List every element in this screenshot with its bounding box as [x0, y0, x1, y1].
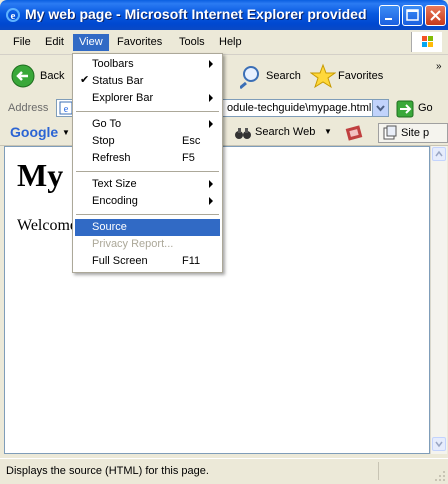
- svg-text:e: e: [11, 10, 16, 22]
- go-label: Go: [418, 102, 433, 114]
- view-menu-text-size[interactable]: Text Size: [75, 176, 220, 193]
- address-dropdown-button[interactable]: [372, 100, 388, 116]
- maximize-icon: [406, 9, 419, 21]
- back-arrow-icon: [11, 64, 35, 88]
- address-label: Address: [8, 102, 49, 114]
- windows-logo-icon: [411, 32, 442, 52]
- browser-window: e My web page - Microsoft Internet Explo…: [0, 0, 448, 484]
- maximize-button[interactable]: [402, 5, 423, 26]
- resize-grip-icon[interactable]: [434, 470, 446, 482]
- view-menu-refresh[interactable]: Refresh F5: [75, 150, 220, 167]
- vertical-scrollbar[interactable]: [430, 146, 447, 454]
- status-text: Displays the source (HTML) for this page…: [6, 465, 209, 477]
- site-button[interactable]: Site p: [378, 123, 448, 143]
- google-logo[interactable]: Google: [10, 124, 58, 140]
- address-value: odule-techguide\mypage.html: [227, 102, 372, 114]
- close-button[interactable]: [425, 5, 446, 26]
- view-menu-explorer-bar[interactable]: Explorer Bar: [75, 90, 220, 107]
- submenu-arrow-icon: [209, 94, 213, 102]
- menu-favorites[interactable]: Favorites: [111, 34, 168, 51]
- search-icon: [240, 66, 259, 89]
- menu-bar: File Edit View Favorites Tools Help: [0, 30, 448, 55]
- view-menu-dropdown: Toolbars ✔ Status Bar Explorer Bar Go To…: [72, 53, 223, 273]
- view-menu-encoding[interactable]: Encoding: [75, 193, 220, 210]
- ie-logo-icon: e: [6, 8, 20, 22]
- view-menu-stop[interactable]: Stop Esc: [75, 133, 220, 150]
- menu-tools[interactable]: Tools: [173, 34, 211, 51]
- submenu-arrow-icon: [209, 120, 213, 128]
- search-web-button[interactable]: Search Web ▼: [234, 124, 334, 142]
- menu-view[interactable]: View: [73, 34, 109, 51]
- address-bar: Address e odule-techguide\mypage.html Go: [0, 97, 448, 122]
- back-label: Back: [40, 70, 65, 82]
- search-label: Search: [266, 70, 301, 82]
- favorites-label: Favorites: [338, 70, 384, 82]
- back-button[interactable]: Back: [8, 63, 70, 89]
- chevron-down-icon: [376, 105, 385, 112]
- status-bar: Displays the source (HTML) for this page…: [0, 458, 448, 484]
- close-icon: [430, 10, 441, 21]
- menu-separator: [76, 214, 219, 215]
- svg-text:e: e: [64, 104, 69, 115]
- status-divider: [378, 462, 379, 480]
- view-menu-go-to[interactable]: Go To: [75, 116, 220, 133]
- view-menu-status-bar[interactable]: ✔ Status Bar: [75, 73, 220, 90]
- google-dropdown-icon[interactable]: ▼: [62, 128, 70, 137]
- standard-toolbar: Back Search Favorites »: [0, 55, 448, 98]
- minimize-button[interactable]: [379, 5, 400, 26]
- chevron-down-icon: [435, 441, 443, 448]
- google-toolbar: Google ▼ Search Web ▼ Site p: [0, 121, 448, 146]
- minimize-icon: [385, 18, 392, 20]
- menu-separator: [76, 171, 219, 172]
- title-bar[interactable]: e My web page - Microsoft Internet Explo…: [0, 0, 448, 30]
- menu-edit[interactable]: Edit: [39, 34, 70, 51]
- window-title: My web page - Microsoft Internet Explore…: [25, 6, 370, 22]
- page-heading: My: [17, 157, 64, 193]
- scroll-up-button[interactable]: [432, 147, 446, 161]
- go-button[interactable]: Go: [396, 100, 440, 118]
- page-icon: e: [59, 101, 73, 115]
- go-arrow-icon: [396, 100, 414, 118]
- site-label: Site p: [401, 127, 430, 139]
- menu-file[interactable]: File: [7, 34, 37, 51]
- page-paragraph: Welcome: [17, 217, 78, 234]
- view-menu-full-screen[interactable]: Full Screen F11: [75, 253, 220, 270]
- search-button[interactable]: Search: [240, 63, 304, 89]
- chevron-up-icon: [435, 150, 443, 157]
- submenu-arrow-icon: [209, 180, 213, 188]
- submenu-arrow-icon: [209, 60, 213, 68]
- submenu-arrow-icon: [209, 197, 213, 205]
- highlight-icon[interactable]: [345, 124, 363, 142]
- menu-help[interactable]: Help: [213, 34, 248, 51]
- view-menu-source[interactable]: Source: [75, 219, 220, 236]
- binoculars-icon: [235, 128, 251, 139]
- menu-separator: [76, 111, 219, 112]
- search-web-label: Search Web: [255, 126, 316, 138]
- search-web-dropdown-icon: ▼: [324, 127, 332, 136]
- scroll-down-button[interactable]: [432, 437, 446, 451]
- view-menu-privacy-report: Privacy Report...: [92, 238, 174, 250]
- star-icon: [310, 63, 336, 89]
- view-menu-toolbars[interactable]: Toolbars: [75, 56, 220, 73]
- checkmark-icon: ✔: [80, 74, 90, 86]
- site-page-icon: [383, 125, 397, 140]
- toolbar-chevron-icon[interactable]: »: [436, 61, 444, 72]
- favorites-button[interactable]: Favorites: [310, 63, 390, 89]
